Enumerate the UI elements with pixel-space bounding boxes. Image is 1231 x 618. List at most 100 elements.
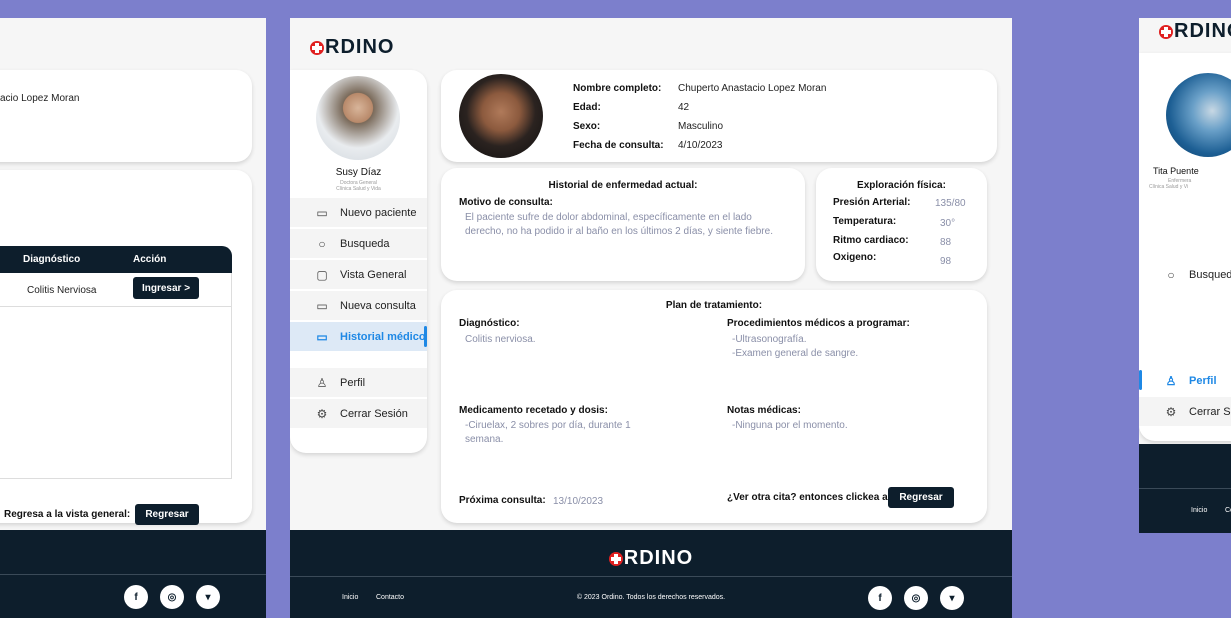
another-appointment-label: ¿Ver otra cita? entonces clickea a: — [727, 492, 891, 503]
sidebar-item-medical-history[interactable]: ▭ Historial médico — [290, 322, 427, 351]
brand-logo[interactable]: RDINO — [310, 36, 394, 59]
nurse-avatar — [1166, 73, 1231, 157]
search-icon: ○ — [318, 236, 326, 251]
footer: f ◎ ▾ — [0, 530, 266, 618]
sidebar-item-search[interactable]: ○Busqueda — [1139, 260, 1231, 289]
sidebar-item-new-patient[interactable]: ▭ Nuevo paciente — [290, 198, 427, 227]
back-button[interactable]: Regresar — [135, 504, 199, 525]
doctor-name: Susy Díaz — [335, 167, 382, 178]
exam-label-hr: Ritmo cardiaco: — [833, 235, 909, 246]
name-label: Nombre completo: — [573, 83, 662, 94]
table-row: Colitis Nerviosa Ingresar > — [0, 273, 232, 307]
history-title: Historial de enfermedad actual: — [548, 180, 698, 191]
plan-title: Plan de tratamiento: — [665, 300, 763, 311]
patient-info-card: Nombre completo: Chuperto Anastacio Lope… — [441, 70, 997, 162]
header-diagnosis: Diagnóstico — [23, 254, 81, 265]
procedure-item: -Examen general de sangre. — [732, 348, 859, 359]
date-label: Fecha de consulta: — [573, 140, 664, 151]
treatment-plan-card: Plan de tratamiento: Diagnóstico: Coliti… — [441, 290, 987, 523]
patient-name-fragment: acio Lopez Moran — [0, 93, 80, 104]
patient-name: Chuperto Anastacio Lopez Moran — [678, 83, 827, 94]
diagnosis-text: Colitis nerviosa. — [465, 334, 536, 345]
reason-label: Motivo de consulta: — [459, 197, 553, 208]
next-consultation-label: Próxima consulta: — [459, 495, 546, 506]
left-screen: acio Lopez Moran Diagnóstico Acción Coli… — [0, 18, 266, 618]
sidebar-item-profile[interactable]: ♙ Perfil — [290, 368, 427, 397]
back-button[interactable]: Regresar — [888, 487, 954, 508]
back-label: Regresa a la vista general: — [4, 509, 131, 520]
footer-link-contact[interactable]: Co — [1225, 507, 1231, 514]
medical-cross-icon — [1159, 24, 1173, 39]
physical-exam-card: Exploración física: Presión Arterial: 13… — [816, 168, 987, 281]
footer: Inicio Co — [1139, 444, 1231, 533]
exam-value-oxygen: 98 — [940, 256, 952, 267]
user-icon: ♙ — [1165, 373, 1177, 388]
procedure-item: -Ultrasonografía. — [732, 334, 807, 345]
header-action: Acción — [133, 254, 167, 265]
patient-age: 42 — [678, 102, 690, 113]
twitter-icon[interactable]: ▾ — [940, 586, 964, 610]
exam-label-oxygen: Oxigeno: — [833, 252, 877, 263]
table-body-empty — [0, 307, 232, 479]
sidebar-item-search[interactable]: ○Busqueda — [290, 229, 427, 258]
user-square-icon: ▢ — [316, 267, 328, 282]
table-header: Diagnóstico Acción — [0, 246, 232, 273]
diagnosis-label: Diagnóstico: — [459, 318, 520, 329]
search-icon: ○ — [1167, 267, 1175, 282]
facebook-icon[interactable]: f — [124, 585, 148, 609]
next-consultation-date: 13/10/2023 — [553, 496, 604, 507]
medication-text: -Ciruelax, 2 sobres por día, durante 1 s… — [465, 420, 631, 445]
notes-label: Notas médicas: — [727, 405, 801, 416]
id-card-icon: ▭ — [316, 205, 328, 220]
doctor-clinic: Clínica Salud y Vida — [336, 186, 381, 192]
age-label: Edad: — [573, 102, 601, 113]
twitter-icon[interactable]: ▾ — [196, 585, 220, 609]
center-screen: RDINO Susy Díaz Doctora General Clínica … — [290, 18, 1012, 618]
medical-cross-icon — [310, 40, 324, 55]
exam-label-temp: Temperatura: — [833, 216, 897, 227]
patient-sex: Masculino — [678, 121, 724, 132]
footer: RDINO Inicio Contacto © 2023 Ordino. Tod… — [290, 530, 1012, 618]
nurse-clinic: Clínica Salud y Vi — [1149, 184, 1189, 190]
exam-label-bp: Presión Arterial: — [833, 197, 911, 208]
exam-value-bp: 135/80 — [935, 198, 966, 209]
sidebar: Susy Díaz Doctora General Clínica Salud … — [290, 70, 427, 453]
instagram-icon[interactable]: ◎ — [904, 586, 928, 610]
exam-value-hr: 88 — [940, 237, 952, 248]
exam-title: Exploración física: — [857, 180, 946, 191]
history-table-card: Diagnóstico Acción Colitis Nerviosa Ingr… — [0, 170, 252, 525]
id-card-icon: ▭ — [316, 329, 328, 344]
gear-icon: ⚙ — [1165, 404, 1177, 419]
exam-value-temp: 30° — [940, 218, 956, 229]
sidebar-item-logout[interactable]: ⚙Cerrar Ses — [1139, 397, 1231, 426]
sidebar: Tita Puente Enfermera Clínica Salud y Vi… — [1139, 53, 1231, 441]
active-indicator — [1139, 370, 1142, 390]
instagram-icon[interactable]: ◎ — [160, 585, 184, 609]
enter-button[interactable]: Ingresar > — [133, 277, 199, 299]
brand-logo[interactable]: RDINO — [1159, 20, 1231, 43]
reason-text: El paciente sufre de dolor abdominal, es… — [465, 212, 773, 237]
illness-history-card: Historial de enfermedad actual: Motivo d… — [441, 168, 805, 281]
medication-label: Medicamento recetado y dosis: — [459, 405, 608, 416]
patient-summary-card: acio Lopez Moran — [0, 70, 252, 162]
sidebar-item-new-consultation[interactable]: ▭ Nueva consulta — [290, 291, 427, 320]
nurse-name: Tita Puente — [1153, 166, 1199, 176]
sidebar-item-overview[interactable]: ▢ Vista General — [290, 260, 427, 289]
sidebar-item-profile[interactable]: ♙ Perfil — [1139, 366, 1231, 395]
doctor-avatar — [316, 76, 400, 160]
right-screen: RDINO Tita Puente Enfermera Clínica Salu… — [1139, 18, 1231, 533]
sex-label: Sexo: — [573, 121, 601, 132]
footer-link-home[interactable]: Inicio — [1191, 507, 1207, 514]
facebook-icon[interactable]: f — [868, 586, 892, 610]
procedures-label: Procedimientos médicos a programar: — [727, 318, 910, 329]
active-indicator — [424, 326, 427, 347]
id-card-plus-icon: ▭ — [316, 298, 328, 313]
consultation-date: 4/10/2023 — [678, 140, 723, 151]
patient-photo — [459, 74, 543, 158]
row-diagnosis: Colitis Nerviosa — [27, 285, 97, 296]
user-icon: ♙ — [316, 375, 328, 390]
gear-icon: ⚙ — [316, 406, 328, 421]
medical-cross-icon — [608, 551, 623, 566]
sidebar-item-logout[interactable]: ⚙ Cerrar Sesión — [290, 399, 427, 428]
footer-logo[interactable]: RDINO — [290, 547, 1012, 570]
